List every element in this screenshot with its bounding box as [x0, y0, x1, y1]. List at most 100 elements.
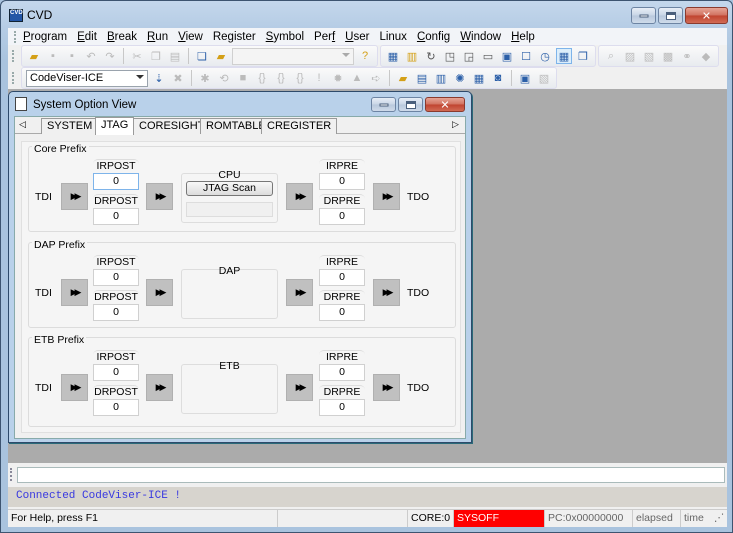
child-minimize-button[interactable]: [371, 97, 396, 112]
open-folder-icon[interactable]: ▰: [26, 48, 42, 64]
stopwatch-icon[interactable]: ◷: [537, 48, 553, 64]
save-all-icon[interactable]: ▪: [64, 48, 80, 64]
image-view-icon[interactable]: ▨: [622, 48, 638, 64]
irpre-input[interactable]: 0: [319, 269, 365, 286]
post-shift-button[interactable]: ▶▶: [146, 183, 173, 210]
next-icon[interactable]: ➪: [368, 70, 384, 86]
tdi-shift-button[interactable]: ▶▶: [61, 374, 88, 401]
step-into-window-icon[interactable]: ◳: [442, 48, 458, 64]
script-icon[interactable]: ▤: [414, 70, 430, 86]
command-input[interactable]: [17, 467, 725, 483]
run-to-icon[interactable]: !: [311, 70, 327, 86]
drpre-input[interactable]: 0: [319, 208, 365, 225]
irpost-input[interactable]: 0: [93, 173, 139, 190]
tdo-shift-button[interactable]: ▶▶: [373, 183, 400, 210]
toolbar-grip[interactable]: [12, 50, 15, 62]
grid-view-icon[interactable]: ▦: [556, 48, 572, 64]
menu-linux[interactable]: Linux: [379, 31, 407, 43]
step-out-window-icon[interactable]: ◲: [461, 48, 477, 64]
menu-edit[interactable]: Edit: [77, 31, 97, 43]
window-cascade-icon[interactable]: ❐: [575, 48, 591, 64]
step-into-icon[interactable]: {}: [254, 70, 270, 86]
save-icon[interactable]: ▪: [45, 48, 61, 64]
stop-icon[interactable]: ■: [235, 70, 251, 86]
tdo-shift-button[interactable]: ▶▶: [373, 374, 400, 401]
menu-view[interactable]: View: [178, 31, 203, 43]
pin-icon[interactable]: ◆: [698, 48, 714, 64]
child-close-button[interactable]: ✕: [425, 97, 465, 112]
tab-system[interactable]: SYSTEM: [41, 118, 99, 134]
trace-icon[interactable]: ▧: [536, 70, 552, 86]
tdi-shift-button[interactable]: ▶▶: [61, 183, 88, 210]
pre-shift-button[interactable]: ▶▶: [286, 374, 313, 401]
hex-view-icon[interactable]: ▣: [517, 70, 533, 86]
drpre-input[interactable]: 0: [319, 399, 365, 416]
table-icon[interactable]: ▦: [471, 70, 487, 86]
menu-symbol[interactable]: Symbol: [266, 31, 304, 43]
tab-cregister[interactable]: CREGISTER: [261, 118, 338, 134]
post-shift-button[interactable]: ▶▶: [146, 374, 173, 401]
link-icon[interactable]: ⚭: [679, 48, 695, 64]
paste-icon[interactable]: ▤: [167, 48, 183, 64]
chart-view-icon[interactable]: ▧: [641, 48, 657, 64]
project-icon[interactable]: ▰: [395, 70, 411, 86]
menu-break[interactable]: Break: [107, 31, 137, 43]
tab-coresight[interactable]: CORESIGHT: [133, 118, 211, 134]
refresh-icon[interactable]: ↻: [423, 48, 439, 64]
help-icon[interactable]: ?: [357, 48, 373, 64]
drpost-input[interactable]: 0: [93, 304, 139, 321]
close-button[interactable]: ✕: [685, 7, 728, 24]
sort-icon[interactable]: ⇣: [151, 70, 167, 86]
open-project-icon[interactable]: ▰: [213, 48, 229, 64]
post-shift-button[interactable]: ▶▶: [146, 279, 173, 306]
drpost-input[interactable]: 0: [93, 399, 139, 416]
settings-icon[interactable]: ✺: [452, 70, 468, 86]
tdi-shift-button[interactable]: ▶▶: [61, 279, 88, 306]
title-bar[interactable]: CVD CVD ✕: [1, 1, 732, 29]
edit-script-icon[interactable]: ▥: [433, 70, 449, 86]
drpost-input[interactable]: 0: [93, 208, 139, 225]
step-out-icon[interactable]: {}: [292, 70, 308, 86]
tdo-shift-button[interactable]: ▶▶: [373, 279, 400, 306]
watch-icon[interactable]: ▣: [499, 48, 515, 64]
undo-icon[interactable]: ↶: [83, 48, 99, 64]
menu-user[interactable]: User: [345, 31, 369, 43]
record-icon[interactable]: ◙: [490, 70, 506, 86]
irpost-input[interactable]: 0: [93, 269, 139, 286]
redo-icon[interactable]: ↷: [102, 48, 118, 64]
step-over-icon[interactable]: {}: [273, 70, 289, 86]
tab-scroll-right-icon[interactable]: ▷: [452, 119, 459, 130]
drpre-input[interactable]: 0: [319, 304, 365, 321]
menu-config[interactable]: Config: [417, 31, 450, 43]
jtag-scan-button[interactable]: JTAG Scan: [186, 181, 273, 196]
find-icon[interactable]: ⌕: [603, 48, 619, 64]
reset-icon[interactable]: ⟲: [216, 70, 232, 86]
search-combo[interactable]: [232, 47, 354, 65]
menu-register[interactable]: Register: [213, 31, 256, 43]
cut-icon[interactable]: ✂: [129, 48, 145, 64]
menu-program[interactable]: Program: [23, 31, 67, 43]
break-point-icon[interactable]: ✱: [197, 70, 213, 86]
target-combo[interactable]: CodeViser-ICE: [26, 69, 148, 87]
menu-run[interactable]: Run: [147, 31, 168, 43]
minimize-button[interactable]: [631, 7, 656, 24]
pre-shift-button[interactable]: ▶▶: [286, 183, 313, 210]
irpost-input[interactable]: 0: [93, 364, 139, 381]
windows-icon[interactable]: ❏: [194, 48, 210, 64]
disconnect-icon[interactable]: ✖: [170, 70, 186, 86]
menubar-grip[interactable]: [14, 30, 17, 43]
menu-help[interactable]: Help: [511, 31, 535, 43]
menu-perf[interactable]: Perf: [314, 31, 335, 43]
child-maximize-button[interactable]: [398, 97, 423, 112]
toolbar-grip[interactable]: [12, 72, 15, 84]
warning-icon[interactable]: ▲: [349, 70, 365, 86]
pre-shift-button[interactable]: ▶▶: [286, 279, 313, 306]
maximize-button[interactable]: [658, 7, 683, 24]
register-view-icon[interactable]: ▥: [404, 48, 420, 64]
run-icon[interactable]: ✹: [330, 70, 346, 86]
menu-window[interactable]: Window: [460, 31, 501, 43]
compare-view-icon[interactable]: ▩: [660, 48, 676, 64]
resize-grip-icon[interactable]: ⋰: [711, 510, 725, 527]
tab-jtag[interactable]: JTAG: [95, 117, 135, 135]
memory-view-icon[interactable]: ▦: [385, 48, 401, 64]
